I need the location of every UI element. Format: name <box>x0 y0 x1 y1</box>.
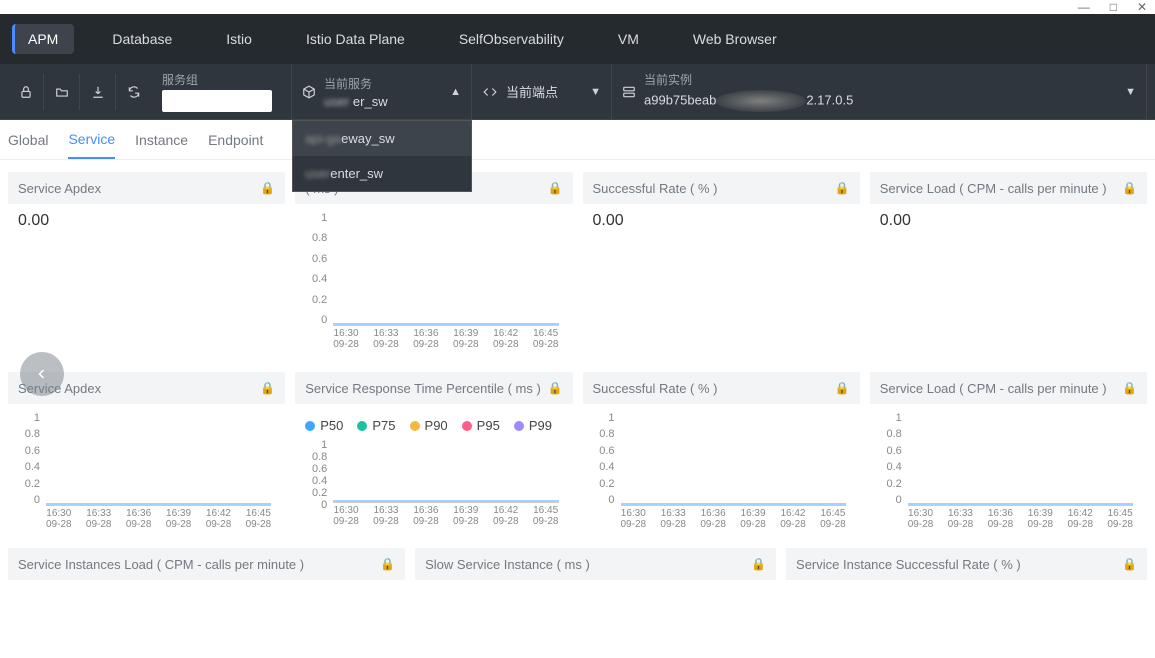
x-axis: 16:3009-2816:3309-2816:3609-2816:3909-28… <box>333 328 558 352</box>
chevron-up-icon: ▲ <box>438 86 461 98</box>
card-row-2: Service Apdex🔒 10.80.60.40.20 16:3009-28… <box>0 372 1155 540</box>
filter-toolbar: 服务组 当前服务 user er_sw ▲ api-gaeway_sw user… <box>0 64 1155 120</box>
filter-service-group[interactable]: 服务组 <box>152 64 292 120</box>
card-title: Service Load ( CPM - calls per minute ) <box>880 381 1107 396</box>
card-success-rate-value: Successful Rate ( % ) 🔒 0.00 <box>583 172 860 360</box>
card-title: Successful Rate ( % ) <box>593 181 718 196</box>
lock-icon: 🔒 <box>835 381 850 395</box>
nav-apm[interactable]: APM <box>12 24 74 54</box>
prev-page-button[interactable] <box>20 352 64 396</box>
dropdown-option-1[interactable]: userenter_sw <box>293 156 471 191</box>
card-service-apdex-chart: Service Apdex🔒 10.80.60.40.20 16:3009-28… <box>8 372 285 540</box>
metric-value: 0.00 <box>880 212 911 229</box>
y-axis: 10.80.60.40.20 <box>305 212 331 326</box>
filter-current-endpoint[interactable]: 当前端点 ▼ <box>472 64 612 120</box>
refresh-icon[interactable] <box>116 74 152 110</box>
lock-icon: 🔒 <box>548 181 563 195</box>
nav-database[interactable]: Database <box>96 24 188 54</box>
filter-current-service-label: 当前服务 <box>324 75 388 92</box>
card-title: Service Response Time Percentile ( ms ) <box>305 381 541 396</box>
dashboard-content: Service Apdex 🔒 0.00 ( ms )🔒 10.80.60.40.… <box>0 160 1155 658</box>
lock-icon: 🔒 <box>1122 557 1137 571</box>
lock-icon: 🔒 <box>380 557 395 571</box>
card-slow-instance: Slow Service Instance ( ms ) 🔒 <box>415 548 776 580</box>
nav-selfobservability[interactable]: SelfObservability <box>443 24 580 54</box>
card-instance-success-rate: Service Instance Successful Rate ( % ) 🔒 <box>786 548 1147 580</box>
chart-percentile: 10.80.60.40.20 16:3009-2816:3309-2816:36… <box>305 439 562 529</box>
filter-current-endpoint-label: 当前端点 <box>506 82 558 101</box>
subtab-instance[interactable]: Instance <box>135 122 188 158</box>
filter-current-instance-value: a99b75beab2.17.0.5 <box>644 90 853 112</box>
chart-success-rate: 10.80.60.40.20 16:3009-2816:3309-2816:36… <box>593 412 850 532</box>
lock-icon: 🔒 <box>548 381 563 395</box>
card-row-3: Service Instances Load ( CPM - calls per… <box>0 548 1155 580</box>
lock-icon: 🔒 <box>835 181 850 195</box>
code-icon <box>482 85 498 99</box>
lock-icon[interactable] <box>8 74 44 110</box>
server-icon <box>622 85 636 99</box>
card-instances-load: Service Instances Load ( CPM - calls per… <box>8 548 405 580</box>
card-title: Service Load ( CPM - calls per minute ) <box>880 181 1107 196</box>
chevron-down-icon: ▼ <box>1113 86 1136 98</box>
download-icon[interactable] <box>80 74 116 110</box>
card-response-ms: ( ms )🔒 10.80.60.40.20 16:3009-2816:3309… <box>295 172 572 360</box>
chevron-down-icon: ▼ <box>578 86 601 98</box>
card-response-percentile-chart: Service Response Time Percentile ( ms ) 🔒… <box>295 372 572 540</box>
lock-icon: 🔒 <box>751 557 766 571</box>
window-titlebar: — □ ✕ <box>0 0 1155 14</box>
card-title: Service Instance Successful Rate ( % ) <box>796 557 1021 572</box>
nav-istio-data-plane[interactable]: Istio Data Plane <box>290 24 421 54</box>
filter-current-service[interactable]: 当前服务 user er_sw ▲ api-gaeway_sw userente… <box>292 64 472 120</box>
chart-apdex: 10.80.60.40.20 16:3009-2816:3309-2816:36… <box>18 412 275 532</box>
maximize-button[interactable]: □ <box>1110 0 1117 14</box>
close-button[interactable]: ✕ <box>1137 0 1147 14</box>
package-icon <box>302 85 316 99</box>
service-dropdown: api-gaeway_sw userenter_sw <box>292 120 472 192</box>
metric-value: 0.00 <box>18 212 49 229</box>
subtab-service[interactable]: Service <box>68 121 115 159</box>
nav-web-browser[interactable]: Web Browser <box>677 24 793 54</box>
sub-tabs: Global Service Instance Endpoint <box>0 120 1155 160</box>
service-group-input[interactable] <box>162 90 272 112</box>
lock-icon: 🔒 <box>260 381 275 395</box>
percentile-legend: P50 P75 P90 P95 P99 <box>305 412 562 439</box>
filter-current-instance[interactable]: 当前实例 a99b75beab2.17.0.5 ▼ <box>612 64 1147 120</box>
chart-service-load: 10.80.60.40.20 16:3009-2816:3309-2816:36… <box>880 412 1137 532</box>
card-title: Slow Service Instance ( ms ) <box>425 557 590 572</box>
filter-service-group-label: 服务组 <box>162 71 272 88</box>
lock-icon: 🔒 <box>1122 381 1137 395</box>
card-title: Service Instances Load ( CPM - calls per… <box>18 557 304 572</box>
card-service-load-chart: Service Load ( CPM - calls per minute ) 🔒… <box>870 372 1147 540</box>
nav-istio[interactable]: Istio <box>210 24 268 54</box>
filter-current-instance-label: 当前实例 <box>644 71 853 88</box>
filter-current-service-value: user er_sw <box>324 94 388 109</box>
lock-icon: 🔒 <box>260 181 275 195</box>
subtab-endpoint[interactable]: Endpoint <box>208 122 263 158</box>
card-service-load-value: Service Load ( CPM - calls per minute ) 🔒… <box>870 172 1147 360</box>
card-title: Service Apdex <box>18 181 101 196</box>
card-success-rate-chart: Successful Rate ( % ) 🔒 10.80.60.40.20 16… <box>583 372 860 540</box>
minimize-button[interactable]: — <box>1078 0 1090 14</box>
metric-value: 0.00 <box>593 212 624 229</box>
redacted-region <box>716 90 806 112</box>
subtab-global[interactable]: Global <box>8 122 48 158</box>
card-service-apdex-value: Service Apdex 🔒 0.00 <box>8 172 285 360</box>
card-row-1: Service Apdex 🔒 0.00 ( ms )🔒 10.80.60.40.… <box>0 172 1155 360</box>
chart-response-ms: 10.80.60.40.20 16:3009-2816:3309-2816:36… <box>305 212 562 352</box>
nav-vm[interactable]: VM <box>602 24 655 54</box>
card-title: Successful Rate ( % ) <box>593 381 718 396</box>
main-nav: APM Database Istio Istio Data Plane Self… <box>0 14 1155 64</box>
folder-icon[interactable] <box>44 74 80 110</box>
lock-icon: 🔒 <box>1122 181 1137 195</box>
dropdown-option-0[interactable]: api-gaeway_sw <box>293 121 471 156</box>
